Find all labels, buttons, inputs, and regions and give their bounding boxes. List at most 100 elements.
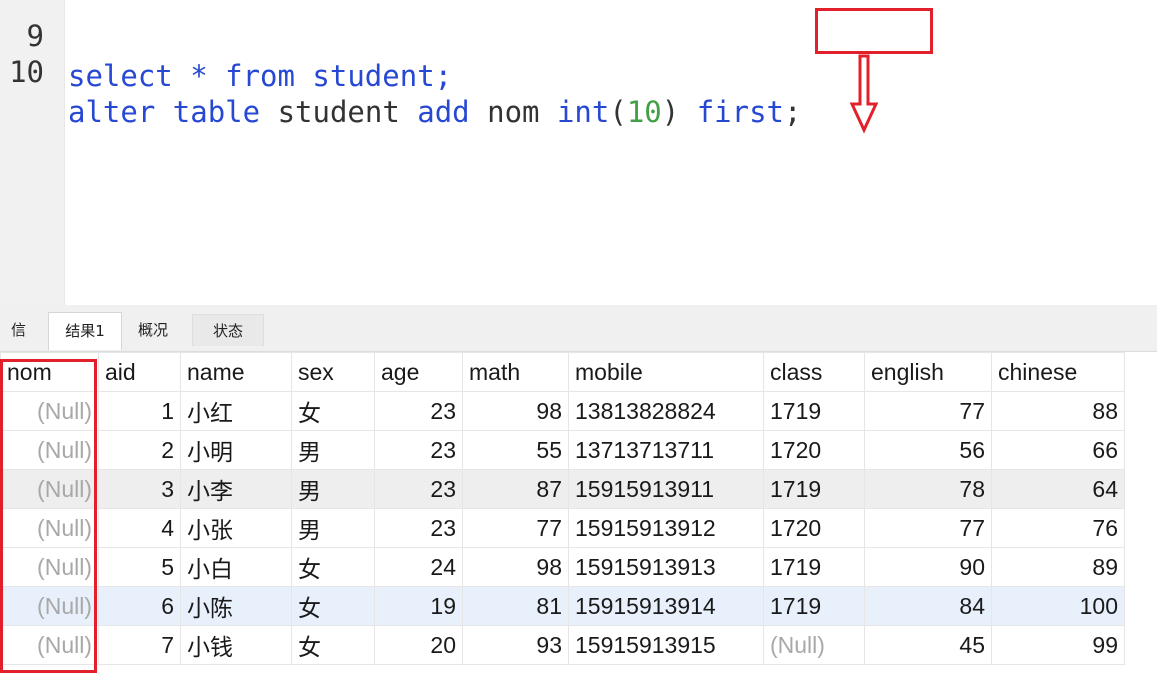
cell-aid[interactable]: 6 xyxy=(98,586,181,626)
cell-name[interactable]: 小张 xyxy=(180,508,292,548)
line-number: 10 xyxy=(9,55,44,89)
code-text[interactable]: select * from student; xyxy=(68,56,452,96)
cell-mobile[interactable]: 13713713711 xyxy=(568,430,764,470)
cell-chinese[interactable]: 64 xyxy=(991,469,1125,509)
code-line-10[interactable]: 10 alter table student add nom int(10) f… xyxy=(0,12,801,129)
table-row[interactable]: (Null) 1 小红 女 23 98 13813828824 1719 77 … xyxy=(0,391,1125,431)
table-row[interactable]: (Null) 3 小李 男 23 87 15915913911 1719 78 … xyxy=(0,469,1125,509)
cell-age[interactable]: 19 xyxy=(374,586,463,626)
cell-chinese[interactable]: 66 xyxy=(991,430,1125,470)
cell-aid[interactable]: 7 xyxy=(98,625,181,665)
cell-sex[interactable]: 男 xyxy=(291,469,375,509)
cell-math[interactable]: 87 xyxy=(462,469,569,509)
cell-class[interactable]: (Null) xyxy=(763,625,865,665)
cell-class[interactable]: 1719 xyxy=(763,586,865,626)
cell-sex[interactable]: 男 xyxy=(291,430,375,470)
table-row[interactable]: (Null) 6 小陈 女 19 81 15915913914 1719 84 … xyxy=(0,586,1125,626)
cell-name[interactable]: 小白 xyxy=(180,547,292,587)
tab-result1[interactable]: 结果1 xyxy=(48,312,122,350)
cell-aid[interactable]: 5 xyxy=(98,547,181,587)
cell-name[interactable]: 小李 xyxy=(180,469,292,509)
cell-sex[interactable]: 男 xyxy=(291,508,375,548)
cell-math[interactable]: 55 xyxy=(462,430,569,470)
cell-aid[interactable]: 3 xyxy=(98,469,181,509)
cell-sex[interactable]: 女 xyxy=(291,391,375,431)
column-header-name[interactable]: name xyxy=(180,352,292,392)
cell-math[interactable]: 98 xyxy=(462,391,569,431)
cell-class[interactable]: 1719 xyxy=(763,469,865,509)
cell-chinese[interactable]: 88 xyxy=(991,391,1125,431)
column-header-math[interactable]: math xyxy=(462,352,569,392)
cell-name[interactable]: 小陈 xyxy=(180,586,292,626)
cell-math[interactable]: 77 xyxy=(462,508,569,548)
cell-math[interactable]: 93 xyxy=(462,625,569,665)
tab-info[interactable]: 信息 xyxy=(0,314,38,371)
cell-age[interactable]: 24 xyxy=(374,547,463,587)
column-header-sex[interactable]: sex xyxy=(291,352,375,392)
cell-age[interactable]: 23 xyxy=(374,391,463,431)
keyword-token: table xyxy=(172,95,261,129)
first-keyword-highlight-box xyxy=(815,8,933,54)
cell-english[interactable]: 78 xyxy=(864,469,992,509)
cell-sex[interactable]: 女 xyxy=(291,586,375,626)
cell-sex[interactable]: 女 xyxy=(291,547,375,587)
keyword-first-token: first xyxy=(696,95,784,129)
cell-age[interactable]: 23 xyxy=(374,430,463,470)
column-header-mobile[interactable]: mobile xyxy=(568,352,764,392)
cell-mobile[interactable]: 13813828824 xyxy=(568,391,764,431)
cell-chinese[interactable]: 99 xyxy=(991,625,1125,665)
cell-english[interactable]: 56 xyxy=(864,430,992,470)
cell-english[interactable]: 77 xyxy=(864,508,992,548)
cell-aid[interactable]: 4 xyxy=(98,508,181,548)
cell-mobile[interactable]: 15915913912 xyxy=(568,508,764,548)
sql-editor[interactable]: 9 select * from student; 10 alter table … xyxy=(0,0,1157,305)
cell-chinese[interactable]: 76 xyxy=(991,508,1125,548)
tab-status[interactable]: 状态 xyxy=(192,314,264,346)
column-header-age[interactable]: age xyxy=(374,352,463,392)
identifier-token: student xyxy=(277,95,400,129)
cell-english[interactable]: 45 xyxy=(864,625,992,665)
identifier-token: nom xyxy=(487,95,540,129)
cell-name[interactable]: 小明 xyxy=(180,430,292,470)
table-row[interactable]: (Null) 2 小明 男 23 55 13713713711 1720 56 … xyxy=(0,430,1125,470)
cell-age[interactable]: 20 xyxy=(374,625,463,665)
cell-mobile[interactable]: 15915913911 xyxy=(568,469,764,509)
column-header-aid[interactable]: aid xyxy=(98,352,181,392)
paren-token: ( xyxy=(609,95,627,129)
result-tabs-bar: 信息 结果1 概况 状态 xyxy=(0,305,1157,371)
cell-english[interactable]: 84 xyxy=(864,586,992,626)
table-row[interactable]: (Null) 5 小白 女 24 98 15915913913 1719 90 … xyxy=(0,547,1125,587)
header-row: nom aid name sex age math mobile class e… xyxy=(0,352,1125,392)
cell-sex[interactable]: 女 xyxy=(291,625,375,665)
cell-mobile[interactable]: 15915913914 xyxy=(568,586,764,626)
cell-chinese[interactable]: 100 xyxy=(991,586,1125,626)
table-row[interactable]: (Null) 4 小张 男 23 77 15915913912 1720 77 … xyxy=(0,508,1125,548)
cell-class[interactable]: 1720 xyxy=(763,508,865,548)
cell-english[interactable]: 77 xyxy=(864,391,992,431)
cell-class[interactable]: 1719 xyxy=(763,391,865,431)
cell-name[interactable]: 小红 xyxy=(180,391,292,431)
paren-token: ) xyxy=(661,95,680,129)
cell-name[interactable]: 小钱 xyxy=(180,625,292,665)
column-header-class[interactable]: class xyxy=(763,352,865,392)
cell-class[interactable]: 1720 xyxy=(763,430,865,470)
cell-english[interactable]: 90 xyxy=(864,547,992,587)
tab-profile[interactable]: 概况 xyxy=(122,314,184,346)
keyword-token: alter xyxy=(68,95,156,129)
cell-aid[interactable]: 1 xyxy=(98,391,181,431)
cell-aid[interactable]: 2 xyxy=(98,430,181,470)
keyword-token: add xyxy=(417,95,470,129)
cell-class[interactable]: 1719 xyxy=(763,547,865,587)
column-header-chinese[interactable]: chinese xyxy=(991,352,1125,392)
table-row[interactable]: (Null) 7 小钱 女 20 93 15915913915 (Null) 4… xyxy=(0,625,1125,665)
cell-age[interactable]: 23 xyxy=(374,508,463,548)
code-text[interactable]: alter table student add nom int(10) firs… xyxy=(68,92,801,132)
cell-math[interactable]: 98 xyxy=(462,547,569,587)
cell-mobile[interactable]: 15915913915 xyxy=(568,625,764,665)
cell-chinese[interactable]: 89 xyxy=(991,547,1125,587)
column-header-english[interactable]: english xyxy=(864,352,992,392)
cell-mobile[interactable]: 15915913913 xyxy=(568,547,764,587)
cell-age[interactable]: 23 xyxy=(374,469,463,509)
cell-math[interactable]: 81 xyxy=(462,586,569,626)
result-grid[interactable]: nom aid name sex age math mobile class e… xyxy=(0,352,1125,665)
